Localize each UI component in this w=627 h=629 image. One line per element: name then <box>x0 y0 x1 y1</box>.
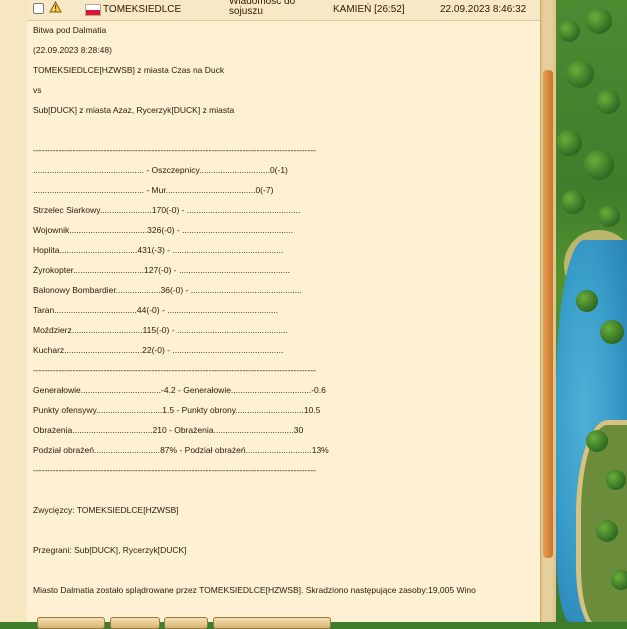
tree <box>561 190 585 214</box>
report-line: Miasto Dalmatia zostało splądrowane prze… <box>33 585 476 595</box>
report-line: ........................................… <box>33 165 288 175</box>
action-button-3[interactable] <box>164 617 208 629</box>
report-line: Bitwa pod Dalmatia <box>33 25 107 35</box>
report-line: Taran...................................… <box>33 305 279 315</box>
report-line: ----------------------------------------… <box>33 145 317 155</box>
tree <box>596 520 618 542</box>
report-line: Moździerz..............................1… <box>33 325 288 335</box>
tree <box>556 130 582 156</box>
report-line: TOMEKSIEDLCE[HZWSB] z miasta Czas na Duc… <box>33 65 225 75</box>
tree <box>596 90 620 114</box>
report-line: ........................................… <box>33 185 274 195</box>
message-checkbox[interactable] <box>33 3 44 14</box>
report-line: Balonowy Bombardier...................36… <box>33 285 302 295</box>
report-line: vs <box>33 85 42 95</box>
message-row[interactable]: TOMEKSIEDLCE Wiadomość do sojuszu KAMIEŃ… <box>27 0 540 21</box>
report-line: Generałowie.............................… <box>33 385 326 395</box>
message-subject[interactable]: Wiadomość do sojuszu <box>229 0 319 17</box>
tree <box>576 290 598 312</box>
warning-icon <box>49 0 62 16</box>
report-line: Zwycięzcy: TOMEKSIEDLCE[HZWSB] <box>33 505 179 515</box>
report-line: Przegrani: Sub[DUCK], Rycerzyk[DUCK] <box>33 545 187 555</box>
report-line: ----------------------------------------… <box>33 365 317 375</box>
tree <box>598 205 620 227</box>
action-button-1[interactable] <box>37 617 105 629</box>
world-map <box>556 0 627 622</box>
tree <box>566 60 594 88</box>
tree <box>586 430 608 452</box>
report-line: Hoplita.................................… <box>33 245 284 255</box>
report-line: ----------------------------------------… <box>33 465 317 475</box>
report-line: (22.09.2023 8:28:48) <box>33 45 112 55</box>
report-line: Podział obrażeń.........................… <box>33 445 329 455</box>
scrollbar-thumb[interactable] <box>543 70 553 558</box>
tree <box>584 150 614 180</box>
tree <box>586 8 612 34</box>
message-date: 22.09.2023 8:46:32 <box>440 4 527 15</box>
message-city[interactable]: KAMIEŃ [26:52] <box>333 4 405 15</box>
action-button-4[interactable] <box>213 617 331 629</box>
message-panel: TOMEKSIEDLCE Wiadomość do sojuszu KAMIEŃ… <box>27 0 540 622</box>
message-sender[interactable]: TOMEKSIEDLCE <box>103 4 181 15</box>
action-button-2[interactable] <box>110 617 160 629</box>
tree <box>558 20 580 42</box>
tree <box>611 570 627 590</box>
left-frame <box>0 0 28 622</box>
report-line: Strzelec Siarkowy......................1… <box>33 205 301 215</box>
tree <box>600 320 624 344</box>
report-line: Wojownik................................… <box>33 225 294 235</box>
flag-poland-icon <box>85 4 101 16</box>
tree <box>606 470 626 490</box>
report-line: Sub[DUCK] z miasta Azaz, Rycerzyk[DUCK] … <box>33 105 235 115</box>
report-line: Żyrokopter..............................… <box>33 265 290 275</box>
report-line: Kucharz.................................… <box>33 345 284 355</box>
report-line: Punkty ofensywy.........................… <box>33 405 321 415</box>
report-line: Obrażenia...............................… <box>33 425 304 435</box>
